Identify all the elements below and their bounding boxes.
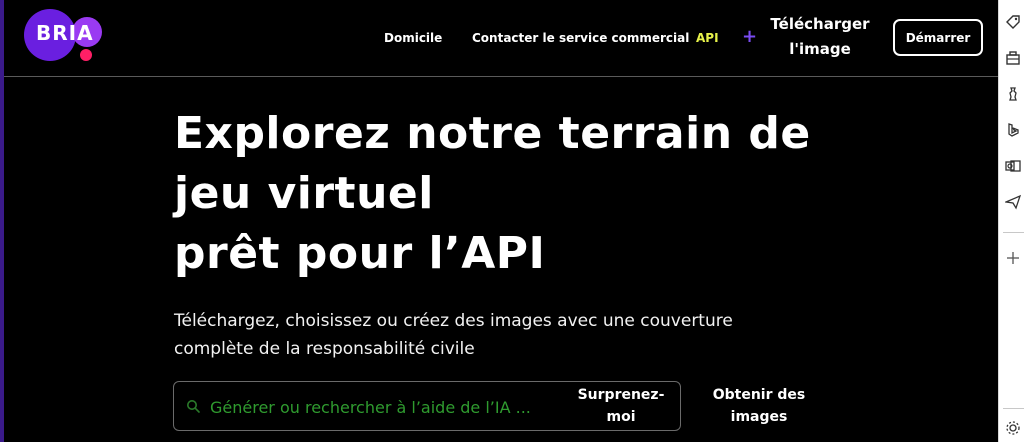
get-images-label-line1: Obtenir des	[712, 387, 806, 403]
get-images-button[interactable]: Obtenir des images	[709, 384, 809, 428]
hero-title-line: Explorez notre terrain de	[174, 108, 811, 159]
add-icon[interactable]	[1005, 250, 1021, 266]
site-header: BRIA Domicile Contacter le service comme…	[4, 0, 998, 77]
nav-link-home[interactable]: Domicile	[384, 0, 442, 76]
sidebar-divider	[1003, 408, 1024, 409]
hero-subtitle: Téléchargez, choisissez ou créez des ima…	[174, 307, 774, 363]
page: BRIA Domicile Contacter le service comme…	[4, 0, 998, 442]
nav-link-download-image[interactable]: Télécharger l'image	[770, 12, 870, 62]
search-input[interactable]	[208, 394, 552, 420]
tag-icon[interactable]	[1005, 14, 1021, 30]
plus-icon: +	[742, 26, 758, 47]
download-label-line2: l'image	[789, 40, 851, 58]
hero-title: Explorez notre terrain de jeu virtuel pr…	[174, 104, 874, 284]
search-bar: Surprenez- moi	[173, 381, 681, 431]
download-label-line1: Télécharger	[770, 15, 870, 33]
surprise-label-line1: Surprenez-	[577, 387, 665, 403]
send-icon[interactable]	[1005, 194, 1021, 210]
surprise-label-line2: moi	[606, 409, 636, 425]
surprise-me-button[interactable]: Surprenez- moi	[566, 384, 676, 428]
start-button[interactable]: Démarrer	[893, 19, 983, 56]
hero-title-line: jeu virtuel	[174, 168, 434, 219]
toolbox-icon[interactable]	[1005, 50, 1021, 66]
search-icon	[187, 400, 200, 413]
bing-icon[interactable]	[1005, 122, 1021, 138]
logo-text: BRIA	[36, 21, 94, 45]
chess-icon[interactable]	[1005, 86, 1021, 102]
nav-link-contact-sales[interactable]: Contacter le service commercial	[472, 0, 689, 76]
outlook-icon[interactable]	[1005, 158, 1021, 174]
hero-subtitle-line: complète de la responsabilité civile	[174, 339, 475, 359]
browser-sidebar	[998, 0, 1024, 442]
hero-title-line: prêt pour l’API	[174, 228, 546, 279]
logo-dot	[80, 49, 92, 61]
sidebar-divider	[1003, 232, 1024, 233]
hero-subtitle-line: Téléchargez, choisissez ou créez des ima…	[174, 311, 733, 331]
settings-icon[interactable]	[1005, 420, 1021, 436]
get-images-label-line2: images	[730, 409, 788, 425]
nav-link-api[interactable]: API	[696, 0, 719, 76]
brand-logo[interactable]: BRIA	[24, 9, 108, 61]
